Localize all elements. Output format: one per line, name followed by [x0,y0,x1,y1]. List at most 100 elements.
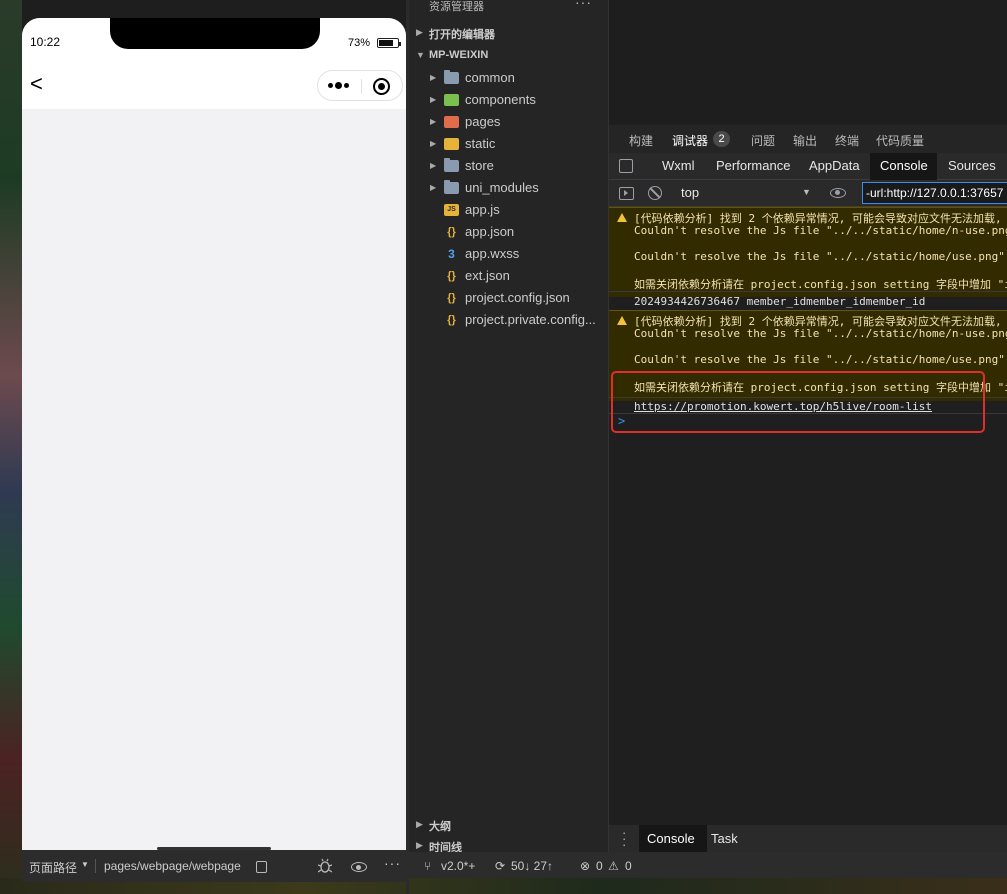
phone-status-bar: 10:22 73% [22,18,406,64]
debug-panel: 构建 调试器 2 问题 输出 终端 代码质量 Wxml Performance … [608,125,1007,825]
css-file-icon: 3 [448,247,455,261]
tree-item-label: app.js [465,202,500,217]
section-label: 大纲 [429,821,451,833]
copy-icon[interactable] [256,861,267,873]
branch-icon: ⑂ [424,859,432,873]
chevron-right-icon: ▶ [430,183,437,192]
tree-item-store[interactable]: ▶ store [409,155,608,177]
chevron-right-icon: ▶ [416,27,423,37]
status-bar: ⑂ v2.0*+ ⟳ 50↓ 27↑ ⊗ 0 ⚠ 0 [409,852,1007,878]
tab-console[interactable]: Console [880,158,928,173]
capsule-divider [361,79,362,94]
drawer-tab-console[interactable]: Console [647,831,695,846]
chevron-right-icon: ▶ [416,819,423,829]
tree-item-label: ext.json [465,268,510,283]
console-warning: [代码依赖分析] 找到 2 个依赖异常情况, 可能会导致对应文件无法加载, 请 … [609,207,1007,297]
tab-output[interactable]: 输出 [793,132,817,149]
tab-debugger[interactable]: 调试器 [672,132,708,149]
tree-item-label: project.config.json [465,290,570,305]
highlight-annotation [611,371,985,433]
section-label: MP-WEIXIN [429,49,489,61]
warning-icon [617,316,627,325]
explorer-title: 资源管理器 [429,1,484,13]
tree-item-project-config[interactable]: {} project.config.json [409,287,608,309]
tab-problems[interactable]: 问题 [751,132,775,149]
branch-name[interactable]: v2.0*+ [441,859,475,873]
more-icon[interactable]: ··· [384,855,401,871]
tree-item-uni-modules[interactable]: ▶ uni_modules [409,177,608,199]
close-miniprogram-icon[interactable] [373,78,390,95]
tree-item-components[interactable]: ▶ components [409,89,608,111]
battery-percent: 73% [348,37,371,49]
tree-item-common[interactable]: ▶ common [409,67,608,89]
tree-item-label: components [465,92,536,107]
tab-sources[interactable]: Sources [948,158,996,173]
battery-icon [377,38,401,48]
app-window: 10:22 73% < 页面路径 ▼ pages/webpage/webpage [0,0,1007,894]
capsule-menu [317,70,403,101]
page-path-value: pages/webpage/webpage [104,859,241,873]
chevron-right-icon: ▶ [430,161,437,170]
eye-icon[interactable] [351,862,367,872]
divider [95,859,96,873]
tree-item-label: app.wxss [465,246,520,261]
miniprogram-nav-bar: < [22,64,406,109]
chevron-down-icon[interactable]: ▼ [802,187,811,197]
sync-status[interactable]: 50↓ 27↑ [511,859,553,873]
tree-item-pages[interactable]: ▶ pages [409,111,608,133]
tab-wxml[interactable]: Wxml [662,158,695,173]
chevron-right-icon: ▶ [430,95,437,104]
tree-item-app-json[interactable]: {} app.json [409,221,608,243]
sidebar-toggle-icon[interactable] [619,187,634,200]
devtools-tabs: Wxml Performance AppData Console Sources [609,153,1007,180]
tree-item-app-js[interactable]: JS app.js [409,199,608,221]
editor-area [608,0,1007,125]
tree-item-app-wxss[interactable]: 3 app.wxss [409,243,608,265]
page-path-label[interactable]: 页面路径 [29,859,77,876]
folder-icon [444,158,459,172]
clear-console-icon[interactable] [648,186,662,200]
live-expression-eye-icon[interactable] [830,188,846,198]
tab-appdata[interactable]: AppData [809,158,860,173]
error-count[interactable]: 0 [596,859,603,873]
tree-item-label: common [465,70,515,85]
element-picker-icon[interactable] [619,159,633,173]
back-arrow-icon[interactable]: < [30,73,50,95]
tree-item-label: app.json [465,224,515,239]
file-explorer: 资源管理器 ··· ▶ 打开的编辑器 ▼ MP-WEIXIN ▶ common … [409,0,608,854]
project-section[interactable]: ▼ MP-WEIXIN [409,45,608,67]
chevron-down-icon[interactable]: ▼ [81,860,89,869]
drawer-menu-icon[interactable]: · · · [622,826,626,851]
phone-notch [110,18,320,49]
console-filter-input[interactable]: -url:http://127.0.0.1:37657 [862,182,1007,204]
panel-tabbar: 构建 调试器 2 问题 输出 终端 代码质量 [609,125,1007,153]
json-file-icon: {} [447,314,456,326]
tree-item-static[interactable]: ▶ static [409,133,608,155]
json-file-icon: {} [447,292,456,304]
tree-item-ext-json[interactable]: {} ext.json [409,265,608,287]
tree-item-label: static [465,136,496,151]
more-dots-icon[interactable] [328,80,356,92]
console-log: 2024934426736467 member_idmember_idmembe… [609,291,1007,311]
static-folder-icon [444,138,459,150]
json-file-icon: {} [447,226,456,238]
bug-icon[interactable] [318,858,332,874]
drawer-tab-task[interactable]: Task [711,831,738,846]
open-editors-section[interactable]: ▶ 打开的编辑器 [409,22,608,44]
tab-code-quality[interactable]: 代码质量 [876,132,924,149]
tree-item-project-private-config[interactable]: {} project.private.config... [409,309,608,331]
section-label: 打开的编辑器 [429,29,495,41]
sync-icon: ⟳ [495,859,506,873]
tab-build[interactable]: 构建 [629,132,653,149]
tab-terminal[interactable]: 终端 [835,132,859,149]
status-time: 10:22 [30,35,61,49]
error-icon: ⊗ [580,859,591,873]
context-selector[interactable]: top [681,185,699,200]
more-icon[interactable]: ··· [575,0,592,10]
warning-count[interactable]: 0 [625,859,632,873]
console-toolbar: top ▼ -url:http://127.0.0.1:37657 [609,180,1007,207]
pages-folder-icon [444,116,459,128]
chevron-right-icon: ▶ [430,117,437,126]
outline-section[interactable]: ▶ 大纲 [409,815,608,835]
tab-performance[interactable]: Performance [716,158,790,173]
